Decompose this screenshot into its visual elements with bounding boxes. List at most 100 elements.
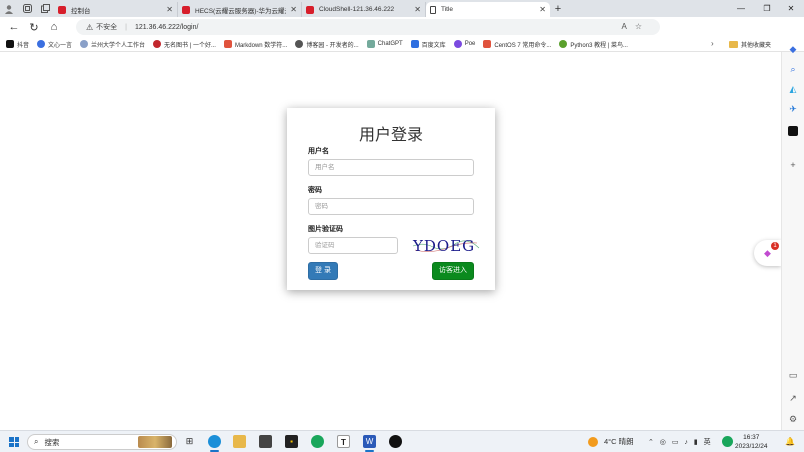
- address-bar[interactable]: ⚠ 不安全 | 121.36.46.222/login/ A☆: [76, 19, 660, 35]
- copilot-icon[interactable]: ◆: [788, 44, 798, 54]
- tools-icon[interactable]: ✈: [788, 104, 798, 114]
- clock-date: 2023/12/24: [735, 443, 768, 450]
- bookmark-item[interactable]: 抖音: [6, 40, 29, 49]
- home-icon[interactable]: ⌂: [45, 21, 63, 33]
- bookmark-label: Python3 教程 | 菜鸟...: [570, 42, 628, 49]
- system-clock[interactable]: 16:37 2023/12/24: [735, 433, 768, 451]
- divider: |: [125, 23, 127, 31]
- sticky-notes-icon[interactable]: ▪: [285, 435, 298, 448]
- password-label: 密码: [308, 187, 322, 194]
- tab-label: HECS(云耀云服务器)-华为云耀云...: [195, 7, 286, 15]
- settings-gear-icon[interactable]: ⚙: [788, 414, 798, 424]
- csdn-icon: [483, 40, 492, 48]
- typora-icon[interactable]: T: [337, 435, 350, 448]
- bookmarks-bar: 抖音 文心一言 兰州大学个人工作台 无名图书 | 一个好... Markdown…: [0, 37, 804, 52]
- bookmark-label: CentOS 7 常用命令...: [494, 42, 552, 49]
- folder-icon: [729, 41, 738, 48]
- tab-actions-icon[interactable]: [36, 0, 54, 17]
- windows-start-icon[interactable]: [9, 437, 19, 447]
- close-icon[interactable]: ✕: [166, 5, 173, 14]
- url-text[interactable]: 121.36.46.222/login/: [135, 24, 198, 31]
- notification-badge: 1: [771, 242, 779, 250]
- bookmark-label: 其他收藏夹: [741, 43, 772, 49]
- bookmark-item[interactable]: 兰州大学个人工作台: [80, 40, 145, 49]
- bookmark-item[interactable]: Poe: [453, 40, 475, 48]
- other-bookmarks-folder[interactable]: 其他收藏夹: [729, 40, 771, 49]
- profile-icon[interactable]: [0, 0, 18, 17]
- workspaces-icon[interactable]: [18, 0, 36, 17]
- new-tab-button[interactable]: +: [550, 3, 566, 15]
- bookmark-label: 博客园 - 开发者的...: [306, 42, 359, 49]
- window-close-button[interactable]: ✕: [778, 0, 804, 17]
- bookmark-label: 无名图书 | 一个好...: [164, 42, 216, 49]
- huawei-cloud-icon: [182, 5, 190, 14]
- screen-icon[interactable]: ▭: [788, 370, 798, 380]
- file-explorer-icon[interactable]: [233, 435, 246, 448]
- bookmark-label: 兰州大学个人工作台: [91, 42, 146, 49]
- password-input[interactable]: [308, 198, 474, 215]
- bookmark-item[interactable]: 百度文库: [410, 40, 446, 49]
- tab-title[interactable]: Title ✕: [426, 2, 550, 17]
- bookmark-item[interactable]: Python3 教程 | 菜鸟...: [559, 40, 628, 49]
- close-icon[interactable]: ✕: [414, 5, 421, 14]
- login-button[interactable]: 登 录: [308, 262, 338, 280]
- address-bar-row: ← ↻ ⌂ ⚠ 不安全 | 121.36.46.222/login/ A☆ ⚙ …: [0, 17, 804, 47]
- search-placeholder: 搜索: [44, 437, 60, 447]
- baidu-wenku-icon: [410, 40, 419, 48]
- guest-login-button[interactable]: 访客进入: [432, 262, 474, 280]
- tab-console[interactable]: 控制台 ✕: [54, 2, 178, 17]
- bookmark-item[interactable]: Markdown 数学符...: [223, 40, 287, 49]
- edge-browser-icon[interactable]: [208, 435, 221, 452]
- captcha-image[interactable]: YDOEG: [411, 234, 481, 256]
- security-label[interactable]: 不安全: [96, 22, 117, 32]
- huawei-cloud-icon: [306, 5, 314, 14]
- notification-bell-icon[interactable]: 🔔: [785, 437, 795, 446]
- bookmark-item[interactable]: 文心一言: [37, 40, 72, 49]
- weather-widget[interactable]: 4°C 晴朗: [588, 436, 634, 447]
- captcha-input[interactable]: [308, 237, 398, 254]
- bookmark-item[interactable]: 博客园 - 开发者的...: [295, 40, 359, 49]
- tab-label: CloudShell-121.36.46.222: [319, 6, 395, 13]
- minimize-button[interactable]: —: [728, 0, 754, 17]
- clock-time: 16:37: [743, 434, 760, 441]
- back-arrow-icon[interactable]: ←: [5, 21, 23, 33]
- huawei-cloud-icon: [58, 5, 66, 14]
- chevron-right-icon[interactable]: ›: [711, 39, 714, 48]
- username-input[interactable]: [308, 159, 474, 176]
- taskbar-search[interactable]: ⌕ 搜索: [27, 434, 177, 450]
- close-icon[interactable]: ✕: [539, 5, 546, 14]
- refresh-icon[interactable]: ↻: [25, 21, 43, 34]
- input-language[interactable]: 英: [704, 439, 713, 446]
- chatgpt-icon: [366, 40, 375, 48]
- page-viewport: 用户登录 用户名 密码 图片验证码 YDOEG 登 录 访客进入 ◆ 1: [0, 52, 781, 430]
- qq-icon[interactable]: [389, 435, 402, 448]
- warning-icon: ⚠: [86, 22, 94, 32]
- poe-icon: [453, 40, 462, 48]
- tab-hecs[interactable]: HECS(云耀云服务器)-华为云耀云... ✕: [178, 2, 302, 17]
- wechat-tray-icon[interactable]: [722, 436, 733, 447]
- bookmark-item[interactable]: CentOS 7 常用命令...: [483, 40, 551, 49]
- tab-label: Title: [441, 6, 454, 13]
- app-icon[interactable]: [788, 126, 798, 136]
- search-highlight-image: [138, 436, 172, 448]
- tab-strip: 控制台 ✕ HECS(云耀云服务器)-华为云耀云... ✕ CloudShell…: [0, 0, 804, 17]
- tab-cloudshell[interactable]: CloudShell-121.36.46.222 ✕: [302, 2, 426, 17]
- bookmark-item[interactable]: 无名图书 | 一个好...: [153, 40, 216, 49]
- floating-assistant-button[interactable]: ◆ 1: [754, 240, 781, 266]
- word-icon[interactable]: W: [363, 435, 376, 452]
- external-link-icon[interactable]: ↗: [788, 393, 798, 403]
- shopping-icon[interactable]: ◭: [788, 84, 798, 94]
- task-view-icon[interactable]: ⊞: [183, 435, 196, 448]
- read-aloud-icon[interactable]: A☆: [621, 22, 650, 31]
- mail-icon[interactable]: [259, 435, 272, 448]
- wechat-icon[interactable]: [311, 435, 324, 448]
- login-card: 用户登录 用户名 密码 图片验证码 YDOEG 登 录 访客进入: [287, 108, 495, 290]
- add-icon[interactable]: +: [788, 160, 798, 170]
- douyin-icon: [6, 40, 14, 48]
- location-pin-icon: ◆: [764, 248, 771, 258]
- bookmark-item[interactable]: ChatGPT: [366, 40, 403, 48]
- close-icon[interactable]: ✕: [290, 5, 297, 14]
- search-icon[interactable]: ⌕: [788, 64, 798, 74]
- restore-button[interactable]: ❐: [754, 0, 780, 17]
- system-tray[interactable]: ⌃ ◎ ▭ ♪ ▮ 英: [648, 437, 713, 447]
